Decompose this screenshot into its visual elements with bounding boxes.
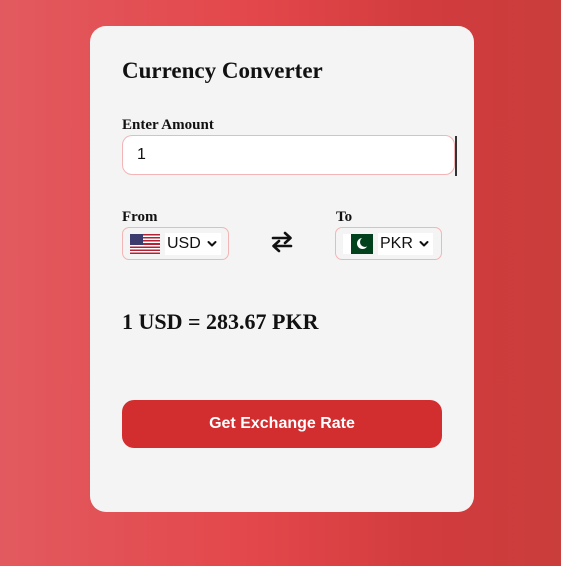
from-label: From — [122, 209, 158, 225]
to-currency-value: PKR — [380, 234, 413, 252]
chevron-down-icon — [419, 240, 429, 246]
to-currency-dropdown[interactable]: PKR — [378, 232, 433, 255]
amount-label: Enter Amount — [122, 117, 214, 133]
from-currency-dropdown[interactable]: USD — [165, 232, 221, 255]
pk-flag-icon — [343, 233, 373, 254]
chevron-down-icon — [207, 240, 217, 246]
from-currency-value: USD — [167, 234, 201, 252]
to-label: To — [336, 209, 353, 225]
amount-input[interactable] — [122, 135, 455, 175]
swap-arrows-icon[interactable] — [270, 230, 294, 254]
to-currency-select[interactable]: PKR — [335, 227, 442, 260]
us-flag-icon — [130, 233, 160, 254]
page-title: Currency Converter — [122, 58, 323, 83]
text-cursor — [455, 136, 457, 176]
from-currency-select[interactable]: USD — [122, 227, 229, 260]
converter-card: Currency Converter Enter Amount From USD… — [90, 26, 474, 512]
get-exchange-rate-button[interactable]: Get Exchange Rate — [122, 400, 442, 448]
exchange-rate-result: 1 USD = 283.67 PKR — [122, 309, 319, 334]
